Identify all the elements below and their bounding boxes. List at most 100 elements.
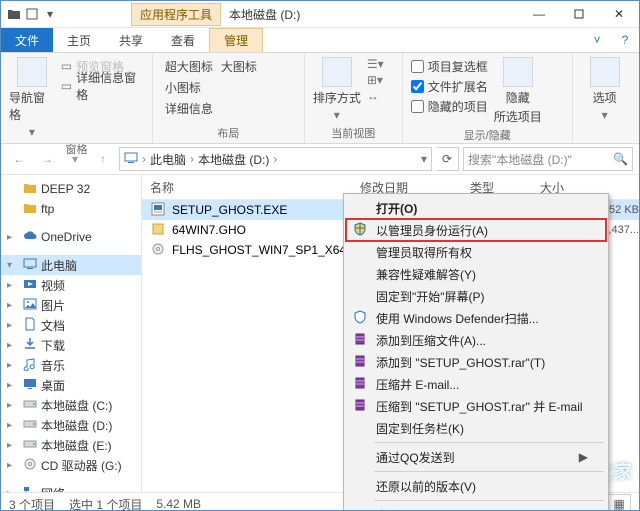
- history-dropdown-icon[interactable]: ▾: [421, 152, 427, 166]
- menu-item[interactable]: 固定到"开始"屏幕(P): [346, 285, 606, 307]
- menu-item[interactable]: 添加到 "SETUP_GHOST.rar"(T): [346, 351, 606, 373]
- layout-small[interactable]: 小图标: [161, 78, 201, 96]
- tree-item[interactable]: ▾此电脑: [1, 255, 141, 275]
- rar-icon: [352, 376, 368, 392]
- chk-file-ext[interactable]: 文件扩展名: [411, 77, 488, 95]
- menu-item[interactable]: 压缩到 "SETUP_GHOST.rar" 并 E-mail: [346, 395, 606, 417]
- file-name: SETUP_GHOST.EXE: [172, 203, 362, 217]
- menu-item-label: 打开(O): [376, 200, 417, 217]
- drive-icon: [23, 418, 37, 432]
- tree-item[interactable]: ftp: [1, 199, 141, 219]
- expand-icon[interactable]: ▸: [7, 420, 12, 431]
- expand-icon[interactable]: ▸: [7, 340, 12, 351]
- tree-item[interactable]: DEEP 32: [1, 179, 141, 199]
- collapse-ribbon-icon[interactable]: ˅: [583, 28, 611, 52]
- minimize-button[interactable]: —: [519, 1, 559, 27]
- expand-icon[interactable]: ▸: [7, 440, 12, 451]
- layout-extra-large[interactable]: 超大图标 大图标: [161, 57, 257, 75]
- up-button[interactable]: ↑: [91, 147, 115, 171]
- tab-file[interactable]: 文件: [1, 28, 53, 52]
- tree-item-label: 桌面: [41, 377, 65, 394]
- chk-item-checkboxes[interactable]: 项目复选框: [411, 57, 488, 75]
- thumbnails-view-button[interactable]: ▦: [607, 494, 631, 511]
- breadcrumb[interactable]: › 此电脑 › 本地磁盘 (D:) › ▾: [119, 147, 432, 171]
- back-button[interactable]: ←: [7, 147, 31, 171]
- expand-icon[interactable]: ▸: [7, 488, 12, 493]
- chk-hidden[interactable]: 隐藏的项目: [411, 97, 488, 115]
- tree-item[interactable]: ▸CD 驱动器 (G:): [1, 455, 141, 475]
- window-title: 本地磁盘 (D:): [229, 6, 300, 23]
- hide-selected-button[interactable]: 隐藏 所选项目: [494, 57, 542, 125]
- expand-icon[interactable]: ▸: [7, 300, 12, 311]
- menu-separator: [374, 500, 604, 501]
- add-columns-icon[interactable]: ⊞▾: [367, 73, 384, 87]
- expand-icon[interactable]: ▸: [7, 280, 12, 291]
- search-icon[interactable]: 🔍: [613, 152, 628, 166]
- status-count: 3 个项目: [9, 496, 55, 511]
- properties-icon[interactable]: [25, 7, 39, 21]
- refresh-button[interactable]: ⟳: [436, 147, 459, 171]
- size-all-icon[interactable]: ↔: [367, 89, 384, 103]
- tab-manage[interactable]: 管理: [209, 28, 263, 52]
- menu-item[interactable]: 兼容性疑难解答(Y): [346, 263, 606, 285]
- tree-item[interactable]: ▸ 下载: [1, 335, 141, 355]
- status-size: 5.42 MB: [156, 497, 201, 511]
- expand-icon[interactable]: ▸: [7, 360, 12, 371]
- menu-item[interactable]: 压缩并 E-mail...: [346, 373, 606, 395]
- chevron-right-icon[interactable]: ›: [273, 152, 277, 166]
- video-icon: [23, 278, 37, 292]
- menu-item[interactable]: 还原以前的版本(V): [346, 475, 606, 497]
- chevron-right-icon[interactable]: ›: [142, 152, 146, 166]
- expand-icon[interactable]: ▸: [7, 380, 12, 391]
- options-button[interactable]: 选项 ▾: [581, 57, 629, 122]
- menu-item[interactable]: 使用 Windows Defender扫描...: [346, 307, 606, 329]
- details-pane-button[interactable]: ▭详细信息窗格: [61, 77, 144, 95]
- help-icon[interactable]: ?: [611, 28, 639, 52]
- menu-item[interactable]: 添加到压缩文件(A)...: [346, 329, 606, 351]
- menu-item-label: 兼容性疑难解答(Y): [376, 266, 476, 283]
- menu-item[interactable]: 以管理员身份运行(A): [346, 219, 606, 241]
- col-name[interactable]: 名称: [150, 179, 360, 196]
- maximize-button[interactable]: [559, 1, 599, 27]
- sort-button[interactable]: 排序方式 ▾: [313, 57, 361, 122]
- tree-item[interactable]: ▸图片: [1, 295, 141, 315]
- layout-details[interactable]: 详细信息: [161, 99, 213, 117]
- menu-item[interactable]: 固定到任务栏(K): [346, 417, 606, 439]
- tab-home[interactable]: 主页: [53, 28, 105, 52]
- tab-share[interactable]: 共享: [105, 28, 157, 52]
- forward-button[interactable]: →: [35, 147, 59, 171]
- expand-icon[interactable]: ▸: [7, 320, 12, 331]
- tree-item[interactable]: ▸本地磁盘 (E:): [1, 435, 141, 455]
- qat-dropdown-icon[interactable]: ▾: [43, 7, 57, 21]
- tree-item[interactable]: ▸OneDrive: [1, 227, 141, 247]
- expand-icon[interactable]: ▸: [7, 232, 12, 243]
- menu-item[interactable]: 通过QQ发送到▶: [346, 446, 606, 468]
- menu-item[interactable]: 打开(O): [346, 197, 606, 219]
- tree-item[interactable]: ▸视频: [1, 275, 141, 295]
- menu-item[interactable]: 管理员取得所有权: [346, 241, 606, 263]
- tree-item-label: 下载: [41, 337, 65, 354]
- chevron-right-icon[interactable]: ›: [190, 152, 194, 166]
- expand-icon[interactable]: ▸: [7, 400, 12, 411]
- tree-item[interactable]: ▸文档: [1, 315, 141, 335]
- address-bar: ← → ▾ ↑ › 此电脑 › 本地磁盘 (D:) › ▾ ⟳ 搜索"本地磁盘 …: [1, 144, 639, 175]
- nav-tree[interactable]: DEEP 32ftp▸OneDrive▾此电脑▸视频▸图片▸文档▸下载▸音乐▸桌…: [1, 175, 142, 492]
- breadcrumb-drive[interactable]: 本地磁盘 (D:): [198, 151, 269, 168]
- tree-item[interactable]: ▸网络: [1, 483, 141, 492]
- recent-locations-button[interactable]: ▾: [63, 147, 87, 171]
- expand-icon[interactable]: ▾: [7, 260, 12, 271]
- menu-item[interactable]: 发送到(N)▶: [346, 504, 606, 511]
- close-button[interactable]: ✕: [599, 1, 639, 27]
- tree-item[interactable]: ▸ 桌面: [1, 375, 141, 395]
- search-input[interactable]: 搜索"本地磁盘 (D:)" 🔍: [463, 147, 633, 171]
- tree-item[interactable]: ▸本地磁盘 (D:): [1, 415, 141, 435]
- group-by-icon[interactable]: ☰▾: [367, 57, 384, 71]
- context-menu[interactable]: 打开(O) 以管理员身份运行(A)管理员取得所有权兼容性疑难解答(Y) 固定到"开始…: [343, 193, 609, 511]
- tree-item[interactable]: ▸本地磁盘 (C:): [1, 395, 141, 415]
- tree-item[interactable]: ▸音乐: [1, 355, 141, 375]
- breadcrumb-this-pc[interactable]: 此电脑: [150, 151, 186, 168]
- expand-icon[interactable]: ▸: [7, 460, 12, 471]
- nav-pane-button[interactable]: 导航窗格 ▾: [9, 57, 55, 139]
- menu-separator: [374, 471, 604, 472]
- tab-view[interactable]: 查看: [157, 28, 209, 52]
